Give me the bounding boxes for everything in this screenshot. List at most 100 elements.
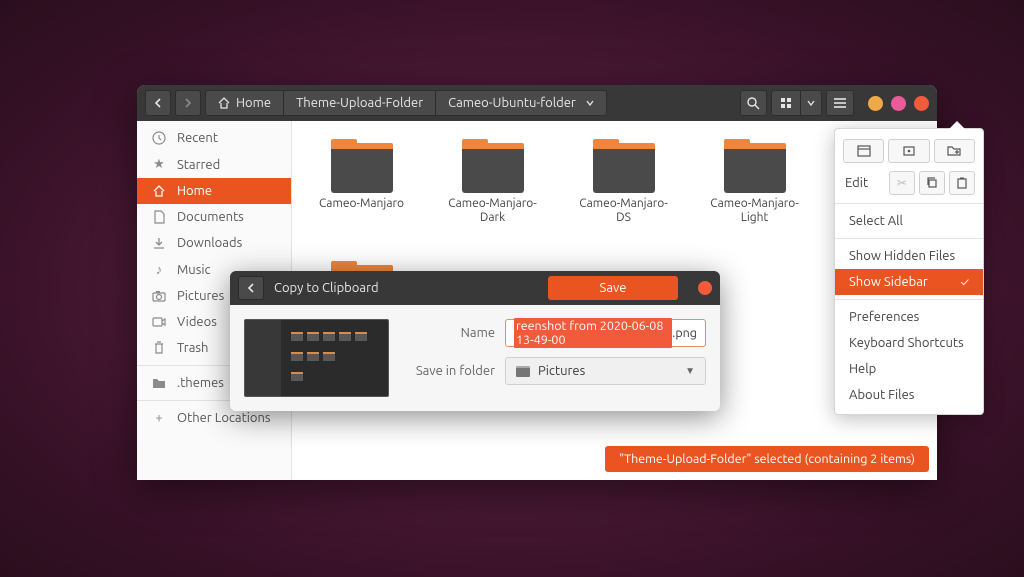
sidebar-label: .themes <box>177 376 224 390</box>
menu-about[interactable]: About Files <box>835 382 983 408</box>
view-dropdown-button[interactable] <box>801 90 822 116</box>
menu-help[interactable]: Help <box>835 356 983 382</box>
sidebar-label: Home <box>177 184 212 198</box>
close-button[interactable] <box>914 96 929 111</box>
menu-show-hidden[interactable]: Show Hidden Files <box>835 243 983 269</box>
sidebar-label: Starred <box>177 158 220 172</box>
cut-button[interactable]: ✂ <box>889 171 915 195</box>
music-icon: ♪ <box>151 262 167 277</box>
chevron-down-icon: ▼ <box>685 365 695 377</box>
folder-label: Cameo-Manjaro <box>319 197 404 211</box>
search-icon <box>747 97 760 110</box>
save-folder-dropdown[interactable]: Pictures ▼ <box>505 357 706 385</box>
back-button[interactable] <box>145 90 171 116</box>
breadcrumb-folder-1[interactable]: Theme-Upload-Folder <box>284 90 436 116</box>
plus-icon: + <box>151 411 167 425</box>
folder-item[interactable]: Cameo-Manjaro-DS <box>576 139 671 225</box>
filename-selected-text: reenshot from 2020-06-08 13-49-00 <box>514 318 672 348</box>
dialog-title: Copy to Clipboard <box>274 281 538 295</box>
new-folder-icon <box>947 145 961 157</box>
copy-button[interactable] <box>919 171 945 195</box>
sidebar-label: Downloads <box>177 236 242 250</box>
sidebar-label: Pictures <box>177 289 224 303</box>
status-text: "Theme-Upload-Folder" selected (containi… <box>619 452 915 466</box>
paste-icon <box>957 177 967 189</box>
forward-button[interactable] <box>175 90 201 116</box>
folder-icon <box>151 377 167 389</box>
home-icon <box>151 184 167 198</box>
view-mode-button[interactable] <box>771 90 801 116</box>
folder-icon <box>724 145 786 193</box>
trash-icon <box>151 341 167 355</box>
dialog-back-button[interactable] <box>238 276 264 300</box>
folder-label: Cameo-Manjaro-DS <box>576 197 671 225</box>
save-button[interactable]: Save <box>548 276 678 300</box>
folder-item[interactable]: Cameo-Manjaro-Dark <box>445 139 540 225</box>
breadcrumb-2-label: Cameo-Ubuntu-folder <box>448 96 576 110</box>
folder-label: Save in folder <box>405 364 495 378</box>
new-window-button[interactable] <box>843 139 884 163</box>
sidebar-label: Other Locations <box>177 411 271 425</box>
menu-preferences[interactable]: Preferences <box>835 304 983 330</box>
document-icon <box>151 210 167 224</box>
breadcrumb-1-label: Theme-Upload-Folder <box>296 96 423 110</box>
dialog-titlebar: Copy to Clipboard Save <box>230 271 720 305</box>
home-icon <box>218 97 230 109</box>
cut-icon: ✂ <box>897 176 907 190</box>
menu-show-sidebar[interactable]: Show Sidebar <box>835 269 983 295</box>
new-tab-icon <box>902 145 916 157</box>
window-controls <box>868 96 929 111</box>
sidebar-item-starred[interactable]: ★ Starred <box>137 151 291 178</box>
download-icon <box>151 236 167 250</box>
sidebar-label: Recent <box>177 131 218 145</box>
folder-label: Cameo-Manjaro-Light <box>707 197 802 225</box>
folder-icon <box>331 145 393 193</box>
new-tab-button[interactable] <box>888 139 929 163</box>
chevron-left-icon <box>246 283 256 293</box>
hamburger-menu-popover: Edit ✂ Select All Show Hidden Files Show… <box>834 128 984 415</box>
sidebar-item-documents[interactable]: Documents <box>137 204 291 230</box>
folder-icon <box>593 145 655 193</box>
name-label: Name <box>405 326 495 340</box>
minimize-button[interactable] <box>868 96 883 111</box>
chevron-left-icon <box>153 98 163 108</box>
search-button[interactable] <box>740 90 767 116</box>
folder-icon <box>462 145 524 193</box>
new-folder-button[interactable] <box>934 139 975 163</box>
sidebar-label: Music <box>177 263 211 277</box>
titlebar: Home Theme-Upload-Folder Cameo-Ubuntu-fo… <box>137 85 937 121</box>
breadcrumb-home[interactable]: Home <box>205 90 284 116</box>
chevron-down-icon <box>586 99 594 107</box>
breadcrumb-home-label: Home <box>236 96 271 110</box>
edit-label: Edit <box>843 176 885 190</box>
filename-input[interactable]: reenshot from 2020-06-08 13-49-00.png <box>505 319 706 347</box>
folder-value: Pictures <box>538 364 585 378</box>
camera-icon <box>151 290 167 302</box>
status-bar: "Theme-Upload-Folder" selected (containi… <box>605 446 929 472</box>
chevron-right-icon <box>183 98 193 108</box>
clock-icon <box>151 131 167 145</box>
dialog-close-button[interactable] <box>698 281 712 295</box>
folder-item[interactable]: Cameo-Manjaro <box>314 139 409 225</box>
folder-icon <box>516 366 530 377</box>
maximize-button[interactable] <box>891 96 906 111</box>
chevron-down-icon <box>807 99 815 107</box>
menu-separator <box>835 238 983 239</box>
breadcrumb: Home Theme-Upload-Folder Cameo-Ubuntu-fo… <box>205 90 607 116</box>
breadcrumb-folder-2[interactable]: Cameo-Ubuntu-folder <box>436 90 607 116</box>
sidebar-item-downloads[interactable]: Downloads <box>137 230 291 256</box>
hamburger-menu-button[interactable] <box>826 90 854 116</box>
hamburger-icon <box>833 97 847 109</box>
menu-shortcuts[interactable]: Keyboard Shortcuts <box>835 330 983 356</box>
folder-label: Cameo-Manjaro-Dark <box>445 197 540 225</box>
paste-button[interactable] <box>949 171 975 195</box>
sidebar-label: Documents <box>177 210 244 224</box>
sidebar-item-recent[interactable]: Recent <box>137 125 291 151</box>
sidebar-item-home[interactable]: Home <box>137 178 291 204</box>
screenshot-thumbnail <box>244 319 389 397</box>
folder-item[interactable]: Cameo-Manjaro-Light <box>707 139 802 225</box>
star-icon: ★ <box>151 157 167 172</box>
sidebar-label: Videos <box>177 315 217 329</box>
menu-separator <box>835 203 983 204</box>
menu-select-all[interactable]: Select All <box>835 208 983 234</box>
